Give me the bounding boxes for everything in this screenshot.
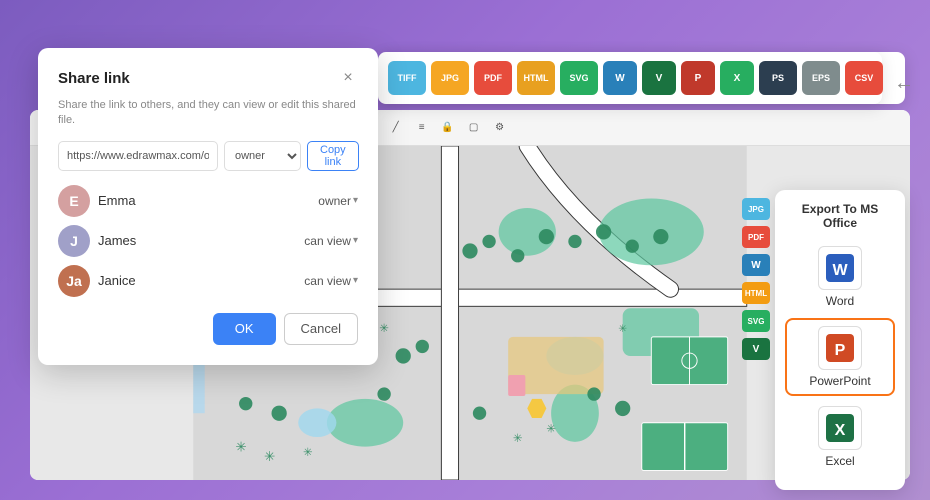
word-icon: W bbox=[818, 246, 862, 290]
excel-icon: X bbox=[818, 406, 862, 450]
cancel-button[interactable]: Cancel bbox=[284, 313, 358, 345]
chevron-icon: ▾ bbox=[353, 195, 358, 206]
avatar-emma: E bbox=[58, 185, 90, 217]
link-row: owner can view can edit Copy link bbox=[58, 141, 358, 171]
svg-text:W: W bbox=[832, 262, 848, 279]
share-dialog: Share link × Share the link to others, a… bbox=[38, 48, 378, 365]
badge-excel[interactable]: X bbox=[720, 61, 754, 95]
copy-link-button[interactable]: Copy link bbox=[307, 141, 359, 171]
svg-text:✳: ✳ bbox=[303, 447, 313, 459]
close-button[interactable]: × bbox=[338, 68, 358, 88]
powerpoint-label: PowerPoint bbox=[809, 374, 870, 388]
svg-text:✳: ✳ bbox=[379, 323, 389, 335]
user-info-emma: E Emma bbox=[58, 185, 136, 217]
user-info-janice: Ja Janice bbox=[58, 265, 136, 297]
avatar-janice: Ja bbox=[58, 265, 90, 297]
powerpoint-icon: P bbox=[818, 326, 862, 370]
left-badge-visio[interactable]: V bbox=[742, 338, 770, 360]
svg-text:✳: ✳ bbox=[235, 439, 246, 454]
avatar-james: J bbox=[58, 225, 90, 257]
user-list: E Emma owner ▾ J James can view ▾ Ja Jan… bbox=[58, 185, 358, 297]
chevron-icon: ▾ bbox=[353, 275, 358, 286]
left-badge-jpg[interactable]: JPG bbox=[742, 198, 770, 220]
badge-jpg[interactable]: JPG bbox=[431, 61, 469, 95]
svg-text:X: X bbox=[835, 422, 846, 439]
et-align[interactable]: ≡ bbox=[411, 117, 433, 139]
user-row: Ja Janice can view ▾ bbox=[58, 265, 358, 297]
badge-visio[interactable]: V bbox=[642, 61, 676, 95]
user-info-james: J James bbox=[58, 225, 136, 257]
dialog-title: Share link bbox=[58, 70, 130, 87]
arrow-indicator: ← bbox=[894, 72, 914, 95]
export-left-badges: JPG PDF W HTML SVG V bbox=[742, 198, 770, 360]
export-item-excel[interactable]: X Excel bbox=[785, 400, 895, 474]
et-lock[interactable]: 🔒 bbox=[437, 117, 459, 139]
export-panel-title: Export To MS Office bbox=[785, 202, 895, 230]
svg-text:✳: ✳ bbox=[618, 324, 627, 335]
dialog-header: Share link × bbox=[58, 68, 358, 88]
export-panel: Export To MS Office W Word P PowerPoint … bbox=[775, 190, 905, 490]
badge-word[interactable]: W bbox=[603, 61, 637, 95]
excel-label: Excel bbox=[825, 454, 854, 468]
word-label: Word bbox=[826, 294, 854, 308]
user-name-janice: Janice bbox=[98, 273, 136, 288]
badge-ppt[interactable]: P bbox=[681, 61, 715, 95]
left-badge-word[interactable]: W bbox=[742, 254, 770, 276]
user-role-janice[interactable]: can view ▾ bbox=[304, 274, 358, 288]
chevron-icon: ▾ bbox=[353, 235, 358, 246]
svg-text:✳: ✳ bbox=[264, 449, 275, 464]
svg-text:✳: ✳ bbox=[513, 433, 523, 445]
left-badge-html[interactable]: HTML bbox=[742, 282, 770, 304]
user-name-emma: Emma bbox=[98, 193, 136, 208]
user-role-james[interactable]: can view ▾ bbox=[304, 234, 358, 248]
ok-button[interactable]: OK bbox=[213, 313, 276, 345]
user-row: J James can view ▾ bbox=[58, 225, 358, 257]
export-item-powerpoint[interactable]: P PowerPoint bbox=[785, 318, 895, 396]
svg-text:✳: ✳ bbox=[546, 423, 556, 435]
badge-pdf[interactable]: PDF bbox=[474, 61, 512, 95]
user-role-emma[interactable]: owner ▾ bbox=[318, 194, 358, 208]
dialog-description: Share the link to others, and they can v… bbox=[58, 98, 358, 129]
svg-text:P: P bbox=[835, 342, 846, 359]
badge-csv[interactable]: CSV bbox=[845, 61, 883, 95]
badge-tiff[interactable]: TIFF bbox=[388, 61, 426, 95]
user-row: E Emma owner ▾ bbox=[58, 185, 358, 217]
export-item-word[interactable]: W Word bbox=[785, 240, 895, 314]
link-role-select[interactable]: owner can view can edit bbox=[224, 141, 301, 171]
badge-eps[interactable]: EPS bbox=[802, 61, 840, 95]
export-badge-bar: TIFF JPG PDF HTML SVG W V P X PS EPS CSV bbox=[378, 52, 882, 104]
badge-ps[interactable]: PS bbox=[759, 61, 797, 95]
badge-svg[interactable]: SVG bbox=[560, 61, 598, 95]
dialog-actions: OK Cancel bbox=[58, 313, 358, 345]
link-input[interactable] bbox=[58, 141, 218, 171]
et-line[interactable]: ╱ bbox=[385, 117, 407, 139]
left-badge-svg[interactable]: SVG bbox=[742, 310, 770, 332]
et-box2[interactable]: ▢ bbox=[463, 117, 485, 139]
left-badge-pdf[interactable]: PDF bbox=[742, 226, 770, 248]
badge-html[interactable]: HTML bbox=[517, 61, 555, 95]
et-gear[interactable]: ⚙ bbox=[489, 117, 511, 139]
user-name-james: James bbox=[98, 233, 136, 248]
